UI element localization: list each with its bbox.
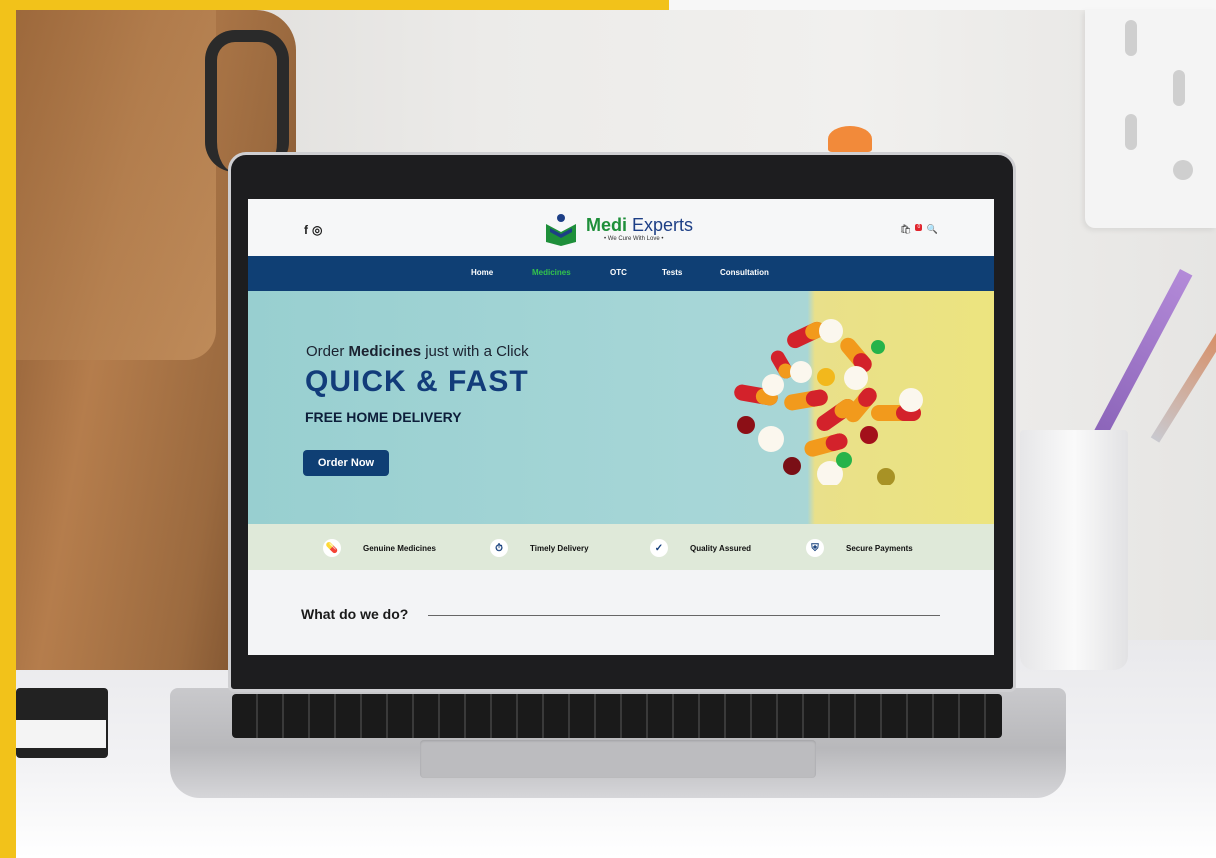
features-strip: 💊 Genuine Medicines ⏱ Timely Delivery ✓ … <box>248 524 994 570</box>
brand-logo[interactable]: Medi Experts • We Cure With Love • <box>544 212 714 248</box>
brand-name: Medi Experts <box>586 215 693 236</box>
order-now-button[interactable]: Order Now <box>303 450 389 476</box>
section-title: What do we do? <box>301 606 409 622</box>
backpack-flap <box>16 10 216 360</box>
brand-name-part2: Experts <box>632 215 694 235</box>
medi-experts-logo-icon <box>546 214 576 246</box>
social-links: f ◎ <box>304 223 322 237</box>
feature-label: Quality Assured <box>690 543 752 553</box>
feature-secure-payments: ⛨ Secure Payments <box>806 539 913 557</box>
orange-flower <box>828 126 872 152</box>
nav-item-tests[interactable]: Tests <box>662 268 682 277</box>
hero-tagline-bold: Medicines <box>348 343 422 360</box>
hero-tagline-post: just with a Click <box>425 343 529 360</box>
shield-icon: ⛨ <box>806 539 824 557</box>
laptop-trackpad <box>420 740 816 778</box>
shelf-knob <box>1173 160 1193 180</box>
shelf-slot <box>1125 20 1137 56</box>
header-actions: 🛍 0 🔍 <box>900 224 938 235</box>
white-frame-top <box>669 0 1216 10</box>
nav-item-home[interactable]: Home <box>471 268 493 277</box>
what-we-do-section: What do we do? <box>248 570 994 655</box>
photo-scene: f ◎ Medi Experts • We Cure With Love • 🛍… <box>0 0 1216 858</box>
nav-item-otc[interactable]: OTC <box>610 268 627 277</box>
feature-label: Secure Payments <box>846 543 913 553</box>
brand-tagline: • We Cure With Love • <box>604 236 664 242</box>
feature-quality-assured: ✓ Quality Assured <box>650 539 751 557</box>
laptop-keyboard <box>232 694 1002 738</box>
feature-genuine-medicines: 💊 Genuine Medicines <box>323 539 436 557</box>
pills-illustration <box>734 319 923 485</box>
check-badge-icon: ✓ <box>650 539 668 557</box>
backpack-strap <box>205 30 289 172</box>
instagram-icon[interactable]: ◎ <box>312 223 322 237</box>
pills-icon: 💊 <box>323 539 341 557</box>
feature-label: Timely Delivery <box>530 543 589 553</box>
shelf-slot <box>1173 70 1185 106</box>
site-header: f ◎ Medi Experts • We Cure With Love • 🛍… <box>248 199 994 256</box>
nav-item-consultation[interactable]: Consultation <box>720 268 769 277</box>
cart-count-badge: 0 <box>915 224 923 231</box>
hero-tagline-pre: Order <box>306 343 345 360</box>
cart-icon[interactable]: 🛍 <box>900 224 911 235</box>
section-divider <box>428 615 940 616</box>
hero-tagline: Order Medicines just with a Click <box>306 343 529 360</box>
facebook-icon[interactable]: f <box>304 223 308 237</box>
feature-label: Genuine Medicines <box>363 543 436 553</box>
main-nav: Home Medicines OTC Tests Consultation <box>248 256 994 291</box>
hero-subtitle: FREE HOME DELIVERY <box>305 409 462 425</box>
yellow-frame-top <box>0 0 669 10</box>
stopwatch-icon: ⏱ <box>490 539 508 557</box>
nav-item-medicines[interactable]: Medicines <box>532 268 571 277</box>
hero-title: QUICK & FAST <box>305 365 529 398</box>
brush-cup <box>1020 430 1128 670</box>
laptop-screen: f ◎ Medi Experts • We Cure With Love • 🛍… <box>248 199 994 655</box>
search-icon[interactable]: 🔍 <box>926 224 937 235</box>
feature-timely-delivery: ⏱ Timely Delivery <box>490 539 589 557</box>
yellow-frame-left <box>0 0 16 858</box>
shelf-slot <box>1125 114 1137 150</box>
hero-banner: Order Medicines just with a Click QUICK … <box>248 291 994 524</box>
notebook-pages <box>16 720 106 748</box>
brand-name-part1: Medi <box>586 215 628 235</box>
wall-shelf <box>1085 10 1216 228</box>
